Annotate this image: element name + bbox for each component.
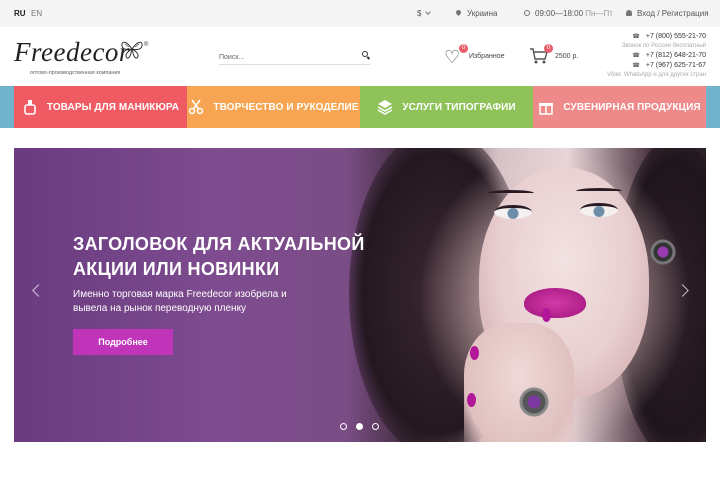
nav-edge-right [706,86,720,128]
cart-link[interactable]: 0 2500 р. [529,44,589,68]
cart-sum: 2500 р. [555,53,579,60]
clock-icon [524,10,530,16]
phone-note: Viber, WhatsApp и для других стран [607,72,706,78]
hero-image-nail [470,346,479,360]
category-label: УСЛУГИ ТИПОГРАФИИ [402,101,516,113]
login-label: Вход / Регистрация [637,9,709,18]
slider-dots [340,423,379,430]
search-box [219,46,370,67]
category-label: ТВОРЧЕСТВО И РУКОДЕЛИЕ [213,101,359,113]
search-input[interactable] [219,48,349,67]
phone-number[interactable]: +7 (800) 555-21-70 [607,32,706,42]
category-label: ТОВАРЫ ДЛЯ МАНИКЮРА [46,101,180,113]
hero-image-hand [464,323,574,442]
phone-note: Звонок по России бесплатный [621,43,706,49]
phone-number[interactable]: +7 (967) 625-71-67 [607,61,706,71]
login-register-link[interactable]: Вход / Регистрация [626,9,709,19]
hero-image-brow [488,190,534,196]
category-souvenirs[interactable]: СУВЕНИРНАЯ ПРОДУКЦИЯ [533,86,706,128]
phone-number[interactable]: +7 (812) 648-21-70 [607,51,706,61]
currency-select[interactable]: $ [417,9,432,19]
region-label: Украина [467,9,498,18]
region-select[interactable]: Украина [454,8,498,19]
more-button[interactable]: Подробнее [73,329,173,355]
hero-image-eye [580,203,618,217]
cart-count-badge: 0 [544,44,553,53]
registered-mark: ® [144,42,149,48]
category-crafts[interactable]: ТВОРЧЕСТВО И РУКОДЕЛИЕ [187,86,360,128]
hero-image-brow [576,188,622,194]
chevron-down-icon [425,9,432,15]
favorites-count-badge: 0 [459,44,468,53]
gift-icon [539,103,554,115]
days-label: Пн—Пт [585,9,613,18]
scissors-icon [189,99,204,115]
category-manicure[interactable]: ТОВАРЫ ДЛЯ МАНИКЮРА [14,86,187,128]
lang-en-link[interactable]: EN [31,9,42,19]
hours-label: 09:00—18:00 [535,9,584,18]
slider-dot[interactable] [372,423,379,430]
nail-polish-icon [24,100,36,115]
hero-image-ring [519,386,549,418]
heart-icon: ♡ [444,47,461,67]
hero-image-lips [524,288,586,318]
lang-ru-link[interactable]: RU [14,9,26,19]
hero-image-earring [650,233,676,271]
user-icon [626,10,632,16]
hero-slider: Заголовок для актуальной акции или новин… [14,148,706,442]
favorites-label: Избранное [469,53,505,60]
hero-image-eye [494,205,532,219]
phone-block: +7 (800) 555-21-70 Звонок по России бесп… [607,32,706,80]
hero-image-nail [467,393,476,407]
hero-image-nail [542,308,551,322]
top-bar: RU EN $ Украина 09:00—18:00 Пн—Пт Вход /… [0,0,720,27]
hero-text: Именно торговая марка Freedecor изобрела… [73,289,287,314]
nav-edge-left [0,86,14,128]
search-icon[interactable] [362,51,368,57]
category-label: СУВЕНИРНАЯ ПРОДУКЦИЯ [563,101,701,113]
slider-dot[interactable] [356,423,363,430]
favorites-link[interactable]: ♡ 0 Избранное [444,44,514,68]
logo-subtitle: оптово-производственная компания [30,70,121,76]
category-printing[interactable]: УСЛУГИ ТИПОГРАФИИ [360,86,533,128]
working-hours: 09:00—18:00 Пн—Пт [524,9,613,19]
category-nav: ТОВАРЫ ДЛЯ МАНИКЮРА ТВОРЧЕСТВО И РУКОДЕЛ… [14,86,706,128]
layers-icon [377,100,393,115]
slider-dot[interactable] [340,423,347,430]
hero-title: Заголовок для актуальной акции или новин… [73,234,365,279]
location-pin-icon [454,8,463,17]
currency-value: $ [417,9,422,18]
logo-text: Freedecor [14,37,130,67]
butterfly-icon [121,41,143,59]
